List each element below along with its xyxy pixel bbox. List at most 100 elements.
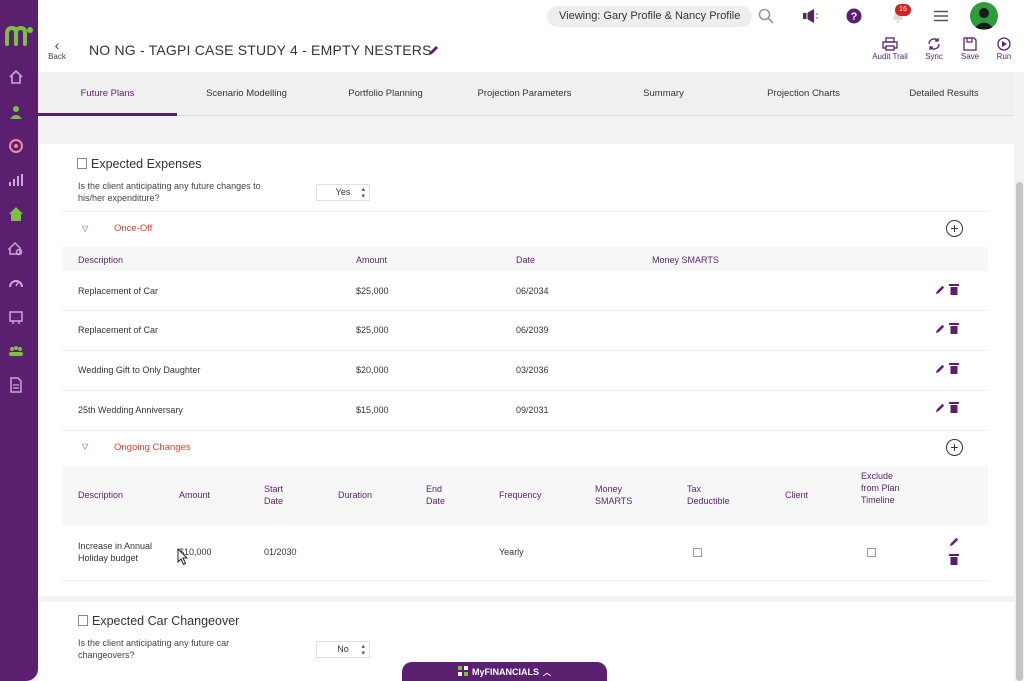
- svg-text:?: ?: [851, 11, 858, 23]
- row-amount: $15,000: [356, 405, 389, 415]
- row-amount: $25,000: [356, 286, 389, 296]
- audit-trail-button[interactable]: Audit Trail: [871, 37, 909, 61]
- menu-icon[interactable]: [931, 6, 951, 26]
- ongoing-changes-label: Ongoing Changes: [114, 442, 191, 453]
- expenditure-question: Is the client anticipating any future ch…: [78, 181, 261, 203]
- row-date: 03/2036: [516, 365, 549, 375]
- dashboard-icon[interactable]: [7, 274, 25, 292]
- expected-expenses-label: Expected Expenses: [91, 157, 202, 171]
- help-icon[interactable]: ?: [844, 6, 864, 26]
- brand-logo[interactable]: [4, 22, 34, 48]
- edit-title-icon[interactable]: [428, 44, 440, 56]
- add-once-off-button[interactable]: +: [946, 220, 963, 237]
- tab-detailed-results[interactable]: Detailed Results: [874, 72, 1014, 116]
- once-off-section[interactable]: ▽ Once-Off: [62, 211, 988, 246]
- delete-icon[interactable]: [949, 362, 959, 374]
- row-description: Replacement of Car: [78, 286, 159, 296]
- chevron-left-icon: ‹: [54, 37, 60, 53]
- back-button[interactable]: ‹ Back: [46, 38, 68, 61]
- save-icon: [963, 37, 977, 51]
- analytics-icon[interactable]: [7, 171, 25, 189]
- chevron-up-icon: ︿: [543, 668, 551, 677]
- once-off-label: Once-Off: [114, 223, 153, 234]
- tax-deductible-checkbox[interactable]: [693, 548, 702, 557]
- run-label: Run: [996, 52, 1012, 61]
- goals-icon[interactable]: [7, 137, 25, 155]
- megaphone-icon[interactable]: [800, 6, 820, 26]
- tab-future-plans[interactable]: Future Plans: [38, 72, 177, 116]
- delete-icon[interactable]: [949, 283, 959, 295]
- page-title: NO NG - TAGPI CASE STUDY 4 - EMPTY NESTE…: [89, 42, 432, 58]
- col-money-smarts: Money SMARTS: [652, 255, 719, 265]
- run-button[interactable]: Run: [993, 37, 1015, 61]
- edit-icon[interactable]: [935, 323, 946, 334]
- expenditure-select[interactable]: Yes ▴ ▾: [316, 184, 370, 201]
- home-icon[interactable]: [7, 68, 25, 86]
- sidebar: [0, 0, 38, 681]
- viewing-profiles[interactable]: Viewing: Gary Profile & Nancy Profile: [547, 6, 753, 27]
- car-changeover-label: Expected Car Changeover: [92, 614, 240, 628]
- tab-summary[interactable]: Summary: [594, 72, 733, 116]
- delete-icon[interactable]: [949, 401, 959, 413]
- property-search-icon[interactable]: [7, 240, 25, 258]
- row-date: 06/2034: [516, 286, 549, 296]
- scrollbar-thumb[interactable]: [1016, 182, 1023, 681]
- col-description: Description: [78, 490, 124, 500]
- car-changeover-select[interactable]: No ▴ ▾: [316, 641, 370, 658]
- col-money-smarts: Money SMARTS: [595, 484, 633, 506]
- col-exclude-timeline: Exclude from Plan Timeline: [861, 471, 900, 505]
- edit-icon[interactable]: [935, 363, 946, 374]
- client-icon[interactable]: [7, 103, 25, 121]
- title-bar: ‹ Back NO NG - TAGPI CASE STUDY 4 - EMPT…: [38, 34, 1024, 72]
- row-amount: $20,000: [356, 365, 389, 375]
- row-frequency: Yearly: [499, 547, 524, 557]
- delete-icon[interactable]: [949, 553, 959, 565]
- add-ongoing-button[interactable]: +: [946, 439, 963, 456]
- planning-icon[interactable]: [7, 308, 25, 326]
- tab-projection-charts[interactable]: Projection Charts: [733, 72, 874, 116]
- grid-icon: [458, 666, 468, 676]
- car-changeover-title: Expected Car Changeover: [78, 614, 239, 628]
- delete-icon[interactable]: [949, 322, 959, 334]
- myfinancials-label: MyFINANCIALS: [472, 667, 539, 677]
- family-icon[interactable]: [7, 342, 25, 360]
- edit-icon[interactable]: [935, 284, 946, 295]
- ongoing-changes-section[interactable]: ▽ Ongoing Changes: [62, 431, 988, 466]
- tab-portfolio-planning[interactable]: Portfolio Planning: [316, 72, 455, 116]
- chevron-down-icon[interactable]: ▽: [82, 224, 88, 233]
- avatar[interactable]: [970, 2, 998, 30]
- table-row: Wedding Gift to Only Daughter $20,000 03…: [62, 351, 988, 391]
- tab-projection-parameters[interactable]: Projection Parameters: [455, 72, 594, 116]
- exclude-timeline-checkbox[interactable]: [867, 548, 876, 557]
- expenditure-select-value: Yes: [335, 187, 351, 197]
- sync-label: Sync: [925, 52, 943, 61]
- table-row: Increase in Annual Holiday budget $10,00…: [62, 525, 988, 581]
- house-icon[interactable]: [7, 205, 25, 223]
- document-icon[interactable]: [7, 376, 25, 394]
- tab-bar: Future Plans Scenario Modelling Portfoli…: [38, 72, 1014, 116]
- col-description: Description: [78, 255, 124, 265]
- search-icon[interactable]: [756, 6, 776, 26]
- row-description: Wedding Gift to Only Daughter: [78, 365, 201, 375]
- col-date: Date: [516, 255, 536, 265]
- table-row: Replacement of Car $25,000 06/2039: [62, 311, 988, 351]
- car-changeover-select-value: No: [337, 644, 349, 654]
- row-start-date: 01/2030: [264, 547, 297, 557]
- sync-button[interactable]: Sync: [922, 37, 946, 61]
- back-label: Back: [48, 52, 66, 61]
- table-row: 25th Wedding Anniversary $15,000 09/2031: [62, 391, 988, 431]
- chevron-down-icon[interactable]: ▽: [82, 442, 88, 451]
- col-tax-deductible: Tax Deductible: [687, 484, 730, 506]
- edit-icon[interactable]: [949, 536, 960, 547]
- col-duration: Duration: [338, 490, 373, 500]
- row-date: 09/2031: [516, 405, 549, 415]
- myfinancials-tab[interactable]: MyFINANCIALS ︿: [402, 662, 607, 681]
- notification-badge: 16: [895, 4, 911, 16]
- updown-icon: ▴ ▾: [361, 643, 365, 657]
- edit-icon[interactable]: [935, 402, 946, 413]
- tab-scenario-modelling[interactable]: Scenario Modelling: [177, 72, 316, 116]
- updown-icon: ▴ ▾: [361, 186, 365, 200]
- row-description: Replacement of Car: [78, 325, 159, 335]
- save-button[interactable]: Save: [958, 37, 982, 61]
- once-off-table-header: Description Amount Date Money SMARTS: [62, 247, 988, 271]
